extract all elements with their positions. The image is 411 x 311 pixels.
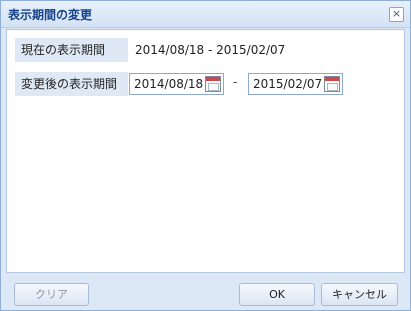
dialog-window: 表示期間の変更 × 現在の表示期間 2014/08/18 - 2015/02/0…: [0, 0, 411, 311]
start-date-field[interactable]: 2014/08/18: [129, 73, 224, 95]
end-date-value: 2015/02/07: [253, 77, 323, 91]
new-period-label: 変更後の表示期間: [15, 72, 128, 96]
calendar-icon[interactable]: [324, 76, 340, 92]
ok-button[interactable]: OK: [239, 283, 315, 306]
start-date-value: 2014/08/18: [134, 77, 204, 91]
end-date-field[interactable]: 2015/02/07: [248, 73, 343, 95]
calendar-icon[interactable]: [205, 76, 221, 92]
dialog-title: 表示期間の変更: [8, 8, 93, 22]
date-range-separator: -: [233, 75, 238, 89]
clear-button[interactable]: クリア: [14, 283, 89, 306]
dialog-footer: クリア OK キャンセル: [1, 278, 410, 310]
close-icon[interactable]: ×: [389, 7, 404, 22]
cancel-button[interactable]: キャンセル: [321, 283, 398, 306]
current-period-label: 現在の表示期間: [15, 38, 128, 62]
current-period-value: 2014/08/18 - 2015/02/07: [135, 43, 286, 57]
dialog-content: 現在の表示期間 2014/08/18 - 2015/02/07 変更後の表示期間…: [6, 29, 405, 273]
title-bar: 表示期間の変更 ×: [1, 1, 410, 28]
